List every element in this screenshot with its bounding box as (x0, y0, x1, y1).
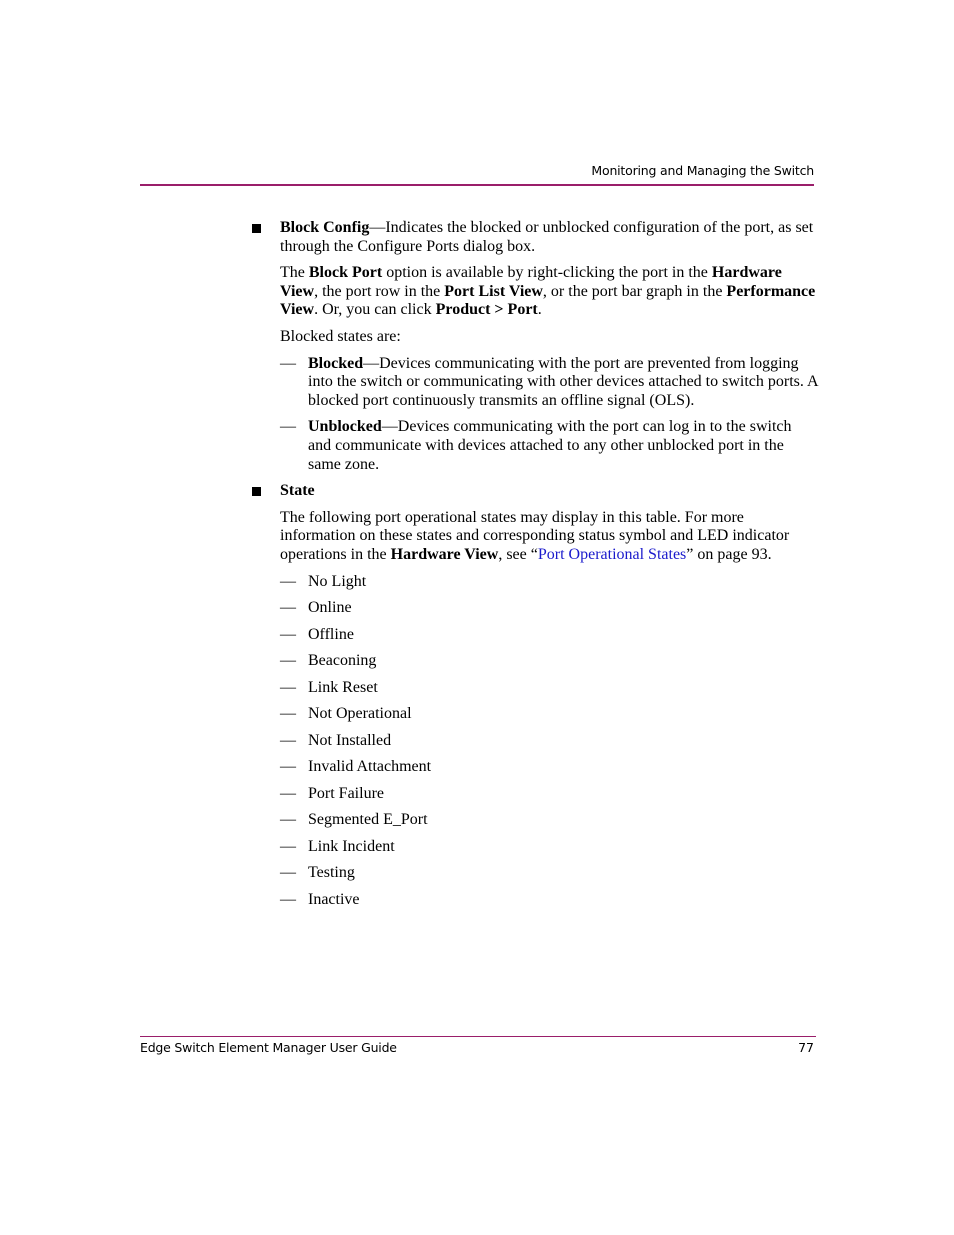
dash-icon: — (280, 864, 296, 881)
block-port-paragraph: The Block Port option is available by ri… (252, 264, 818, 320)
state-item: — Testing (252, 864, 818, 891)
text: , the port row in the (314, 282, 445, 300)
state-label: Segmented E_Port (308, 811, 428, 828)
state-paragraph: The following port operational states ma… (252, 509, 818, 565)
term-unblocked: Unblocked (308, 418, 382, 436)
state-label: Not Operational (308, 705, 412, 722)
state-label: Not Installed (308, 731, 392, 749)
dash-icon: — (280, 572, 296, 590)
square-bullet-icon (252, 224, 261, 233)
state-label: Inactive (308, 890, 360, 908)
dash-icon: — (280, 890, 296, 908)
dash-icon: — (280, 837, 296, 855)
unblocked-state-item: — Unblocked—Devices communicating with t… (252, 418, 818, 474)
text: . Or, you can click (314, 301, 436, 319)
text: option is available by right-clicking th… (382, 264, 712, 282)
dash-icon: — (280, 354, 296, 372)
port-operational-states-link[interactable]: Port Operational States (538, 546, 686, 563)
state-label: Link Incident (308, 837, 395, 855)
blocked-states-intro: Blocked states are: (280, 327, 401, 345)
dash-icon: — (280, 599, 296, 616)
footer-rule (140, 1036, 816, 1037)
state-label: Invalid Attachment (308, 758, 432, 775)
state-label: Port Failure (308, 784, 384, 802)
state-item: — Segmented E_Port (252, 811, 818, 838)
state-list: — No Light — Online — Offline — Beaconing — L… (252, 573, 818, 918)
bold-product-port: Product > Port (435, 301, 538, 319)
state-item: — Beaconing (252, 652, 818, 679)
state-label: Testing (308, 864, 355, 881)
dash-icon: — (280, 625, 296, 643)
dash-icon: — (280, 784, 296, 802)
state-item: — Not Installed (252, 732, 818, 759)
footer-book-title: Edge Switch Element Manager User Guide (140, 1040, 397, 1055)
text: , see “ (498, 545, 538, 563)
page-body: Block Config—Indicates the blocked or un… (252, 219, 818, 917)
dash-icon: — (280, 731, 296, 749)
running-header: Monitoring and Managing the Switch (591, 163, 814, 178)
dash-icon: — (280, 652, 296, 669)
blocked-state-item: — Blocked—Devices communicating with the… (252, 355, 818, 411)
state-item: — Port Failure (252, 785, 818, 812)
state-label: Beaconing (308, 652, 377, 669)
bold-block-port: Block Port (308, 264, 383, 282)
state-item: — Online (252, 599, 818, 626)
bullet-state: State (252, 482, 818, 501)
state-item: — Not Operational (252, 705, 818, 732)
bold-port-list-view: Port List View (444, 282, 543, 300)
state-item: — Link Reset (252, 679, 818, 706)
dash-icon: — (280, 811, 296, 828)
blocked-description: —Devices communicating with the port are… (308, 354, 818, 409)
dash-icon: — (280, 705, 296, 722)
dash-icon: — (280, 678, 296, 696)
bold-hardware-view: Hardware View (390, 545, 499, 563)
text: ” on page 93. (686, 545, 772, 563)
text: The (280, 264, 309, 282)
term-block-config: Block Config (280, 219, 370, 236)
page-number: 77 (798, 1040, 814, 1055)
header-rule (140, 184, 814, 186)
dash-icon: — (280, 758, 296, 775)
state-item: — No Light (252, 573, 818, 600)
term-blocked: Blocked (308, 354, 364, 372)
square-bullet-icon (252, 487, 261, 497)
state-item: — Link Incident (252, 838, 818, 865)
state-label: Offline (308, 625, 354, 643)
bullet-block-config: Block Config—Indicates the blocked or un… (252, 219, 818, 256)
state-label: Link Reset (308, 678, 378, 696)
state-item: — Offline (252, 626, 818, 653)
term-state: State (280, 482, 315, 500)
text: , or the port bar graph in the (542, 282, 727, 300)
state-item: — Invalid Attachment (252, 758, 818, 785)
dash-icon: — (280, 418, 296, 436)
text: . (537, 301, 542, 319)
state-label: No Light (308, 572, 367, 590)
state-item: — Inactive (252, 891, 818, 918)
state-label: Online (308, 599, 352, 616)
